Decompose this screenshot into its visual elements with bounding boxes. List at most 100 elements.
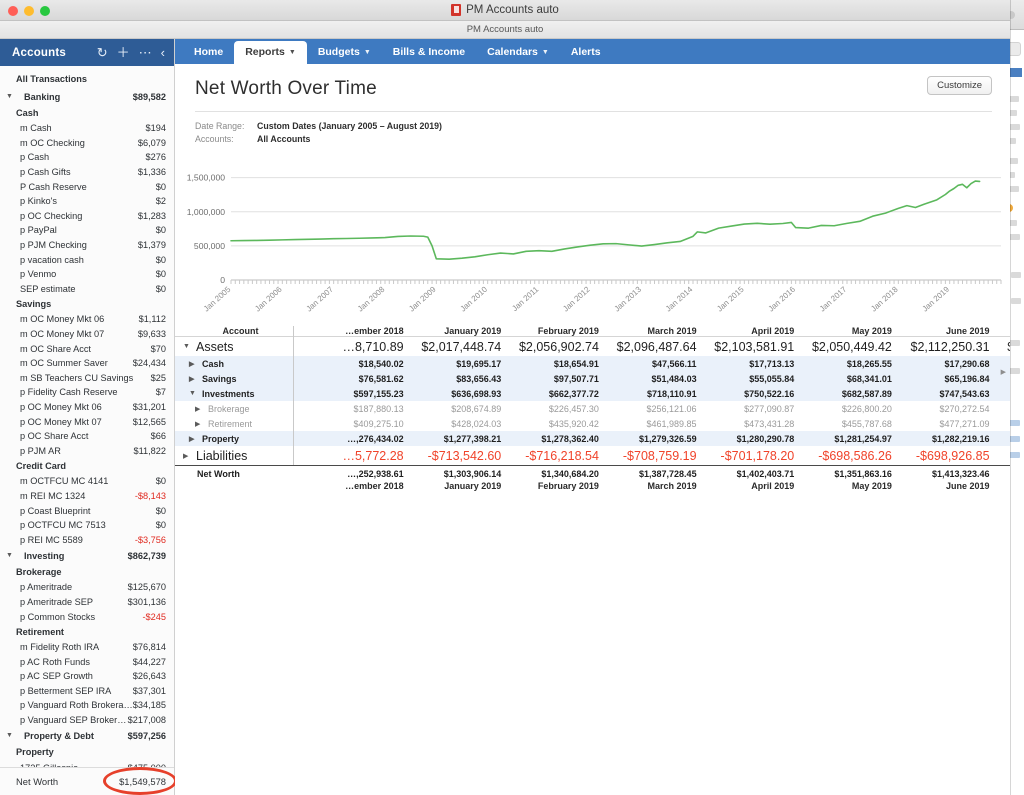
- disclosure-triangle-collapsed-icon[interactable]: ▶: [195, 420, 203, 428]
- sidebar-account-item[interactable]: p Betterment SEP IRA $37,301: [0, 684, 174, 699]
- disclosure-triangle-collapsed-icon[interactable]: ▶: [189, 435, 197, 443]
- table-cell: $1,277,398.21: [443, 433, 502, 444]
- sidebar-account-item[interactable]: p Common Stocks -$245: [0, 609, 174, 624]
- add-icon[interactable]: ＋: [117, 46, 130, 59]
- column-header-month[interactable]: May 2019: [794, 326, 892, 337]
- sidebar-account-item[interactable]: p OC Money Mkt 07 $12,565: [0, 414, 174, 429]
- sidebar-account-item[interactable]: p Kinko's $2: [0, 194, 174, 209]
- column-header-month[interactable]: July 2019: [989, 326, 1010, 337]
- sidebar-account-list[interactable]: All Transactions ▼ Banking $89,582 Cash m Cas…: [0, 66, 174, 767]
- sidebar-account-item[interactable]: p OC Checking $1,283: [0, 209, 174, 224]
- sidebar-group-retirement[interactable]: Retirement: [0, 624, 174, 640]
- table-row[interactable]: ▶ Liabilities …5,772.28 -$713,542.60 -$716,2…: [175, 446, 1010, 466]
- sidebar-account-item[interactable]: p AC Roth Funds $44,227: [0, 654, 174, 669]
- sidebar-group-brokerage[interactable]: Brokerage: [0, 564, 174, 580]
- sidebar-account-item[interactable]: m OC Checking $6,079: [0, 136, 174, 151]
- table-row[interactable]: ▼ Assets …8,710.89 $2,017,448.74 $2,056,902.…: [175, 337, 1010, 357]
- minimize-button[interactable]: [24, 6, 34, 16]
- sidebar-account-item[interactable]: p Ameritrade SEP $301,136: [0, 595, 174, 610]
- sidebar-account-item[interactable]: m SB Teachers CU Savings $25: [0, 371, 174, 386]
- accounts-sidebar: Accounts ↻ ＋ ⋯ ‹ All Transactions ▼ Bankin…: [0, 39, 177, 795]
- table-row[interactable]: ▶ Savings $76,581.62 $83,656.43 $97,507.71 $5…: [175, 371, 1010, 386]
- column-header-month[interactable]: January 2019: [403, 326, 502, 337]
- sidebar-section-property-debt[interactable]: ▼ Property & Debt $597,256: [0, 727, 174, 744]
- window-traffic-lights[interactable]: [8, 6, 50, 16]
- disclosure-triangle-expanded-icon[interactable]: ▼: [189, 390, 197, 397]
- sidebar-section-investing[interactable]: ▼ Investing $862,739: [0, 547, 174, 564]
- column-header-month[interactable]: June 2019: [891, 326, 990, 337]
- main-navigation-bar[interactable]: Home Reports ▼ Budgets ▼ Bills & Income Calend…: [175, 39, 1010, 64]
- sidebar-account-item[interactable]: p PayPal $0: [0, 223, 174, 238]
- customize-button[interactable]: Customize: [927, 76, 992, 95]
- main-window: PM Accounts auto PM Accounts auto Accoun…: [0, 0, 1010, 795]
- sidebar-account-item[interactable]: p vacation cash $0: [0, 252, 174, 267]
- disclosure-triangle-icon[interactable]: ▼: [6, 552, 13, 559]
- nav-item-bills-income[interactable]: Bills & Income: [382, 41, 476, 64]
- sidebar-account-item[interactable]: p PJM Checking $1,379: [0, 238, 174, 253]
- close-button[interactable]: [8, 6, 18, 16]
- sidebar-account-item[interactable]: SEP estimate $0: [0, 282, 174, 297]
- sidebar-account-item[interactable]: p Ameritrade $125,670: [0, 580, 174, 595]
- sidebar-account-item[interactable]: p AC SEP Growth $26,643: [0, 669, 174, 684]
- disclosure-triangle-collapsed-icon[interactable]: ▶: [189, 375, 197, 383]
- sidebar-account-item[interactable]: m OCTFCU MC 4141 $0: [0, 474, 174, 489]
- nav-item-alerts[interactable]: Alerts: [560, 41, 612, 64]
- sidebar-account-item[interactable]: p Vanguard SEP Brokera… $217,008: [0, 713, 174, 728]
- collapse-icon[interactable]: ‹: [161, 46, 165, 59]
- account-name: All Transactions: [16, 74, 87, 84]
- sidebar-item-all-transactions[interactable]: All Transactions: [0, 70, 174, 88]
- zoom-button[interactable]: [40, 6, 50, 16]
- sidebar-account-item[interactable]: m Cash $194: [0, 121, 174, 136]
- column-header-month[interactable]: February 2019: [501, 326, 599, 337]
- sidebar-account-item[interactable]: p OC Money Mkt 06 $31,201: [0, 400, 174, 415]
- more-options-icon[interactable]: ⋯: [139, 46, 152, 59]
- sidebar-account-item[interactable]: p PJM AR $11,822: [0, 443, 174, 458]
- account-amount: $0: [155, 520, 166, 531]
- sidebar-account-item[interactable]: p REI MC 5589 -$3,756: [0, 532, 174, 547]
- column-header-month[interactable]: …ember 2018: [305, 326, 404, 337]
- column-header-account[interactable]: Account: [175, 326, 306, 337]
- disclosure-triangle-expanded-icon[interactable]: ▼: [183, 343, 191, 350]
- sidebar-account-item[interactable]: 1725 Gillespie$475,000: [0, 760, 174, 767]
- disclosure-triangle-icon[interactable]: ▼: [6, 732, 13, 739]
- sidebar-account-item[interactable]: m OC Money Mkt 06 $1,112: [0, 312, 174, 327]
- table-row[interactable]: ▶ Property …,276,434.02 $1,277,398.21 $1,278…: [175, 431, 1010, 446]
- nav-item-budgets[interactable]: Budgets ▼: [307, 41, 382, 64]
- sidebar-account-item[interactable]: p Cash Gifts $1,336: [0, 165, 174, 180]
- table-scroll-right-icon[interactable]: ▶: [1001, 368, 1006, 376]
- account-amount: $9,633: [137, 329, 166, 340]
- account-amount: $26,643: [132, 671, 166, 682]
- sidebar-account-item[interactable]: P Cash Reserve $0: [0, 179, 174, 194]
- sidebar-account-item[interactable]: p Vanguard Roth Brokerage $34,185: [0, 698, 174, 713]
- column-header-month[interactable]: April 2019: [696, 326, 795, 337]
- disclosure-triangle-icon[interactable]: ▼: [6, 93, 13, 100]
- sidebar-account-item[interactable]: m REI MC 1324 -$8,143: [0, 489, 174, 504]
- sidebar-group-cash[interactable]: Cash: [0, 105, 174, 121]
- table-row[interactable]: ▶ Retirement $409,275.10 $428,024.03 $435,92…: [175, 416, 1010, 431]
- nav-item-home[interactable]: Home: [183, 41, 234, 64]
- disclosure-triangle-collapsed-icon[interactable]: ▶: [195, 405, 203, 413]
- sidebar-account-item[interactable]: m OC Money Mkt 07 $9,633: [0, 327, 174, 342]
- sidebar-account-item[interactable]: m Fidelity Roth IRA $76,814: [0, 640, 174, 655]
- sidebar-section-banking[interactable]: ▼ Banking $89,582: [0, 88, 174, 105]
- disclosure-triangle-collapsed-icon[interactable]: ▶: [183, 452, 191, 460]
- table-row[interactable]: ▶ Cash $18,540.02 $19,695.17 $18,654.91 $47,5…: [175, 356, 1010, 371]
- sidebar-group-credit-card[interactable]: Credit Card: [0, 458, 174, 474]
- column-header-month[interactable]: March 2019: [598, 326, 697, 337]
- refresh-icon[interactable]: ↻: [97, 46, 108, 59]
- sidebar-account-item[interactable]: p Cash $276: [0, 150, 174, 165]
- nav-item-calendars[interactable]: Calendars ▼: [476, 41, 560, 64]
- table-row[interactable]: ▼ Investments $597,155.23 $636,698.93 $662,3…: [175, 386, 1010, 401]
- sidebar-account-item[interactable]: p OCTFCU MC 7513 $0: [0, 518, 174, 533]
- sidebar-account-item[interactable]: m OC Share Acct $70: [0, 341, 174, 356]
- disclosure-triangle-collapsed-icon[interactable]: ▶: [189, 360, 197, 368]
- sidebar-account-item[interactable]: p OC Share Acct $66: [0, 429, 174, 444]
- sidebar-account-item[interactable]: m OC Summer Saver $24,434: [0, 356, 174, 371]
- sidebar-account-item[interactable]: p Fidelity Cash Reserve $7: [0, 385, 174, 400]
- sidebar-group-savings[interactable]: Savings: [0, 296, 174, 312]
- sidebar-group-property[interactable]: Property: [0, 744, 174, 760]
- sidebar-account-item[interactable]: p Coast Blueprint $0: [0, 503, 174, 518]
- nav-item-reports[interactable]: Reports ▼: [234, 41, 307, 64]
- sidebar-account-item[interactable]: p Venmo $0: [0, 267, 174, 282]
- table-row[interactable]: ▶ Brokerage $187,880.13 $208,674.89 $226,457…: [175, 401, 1010, 416]
